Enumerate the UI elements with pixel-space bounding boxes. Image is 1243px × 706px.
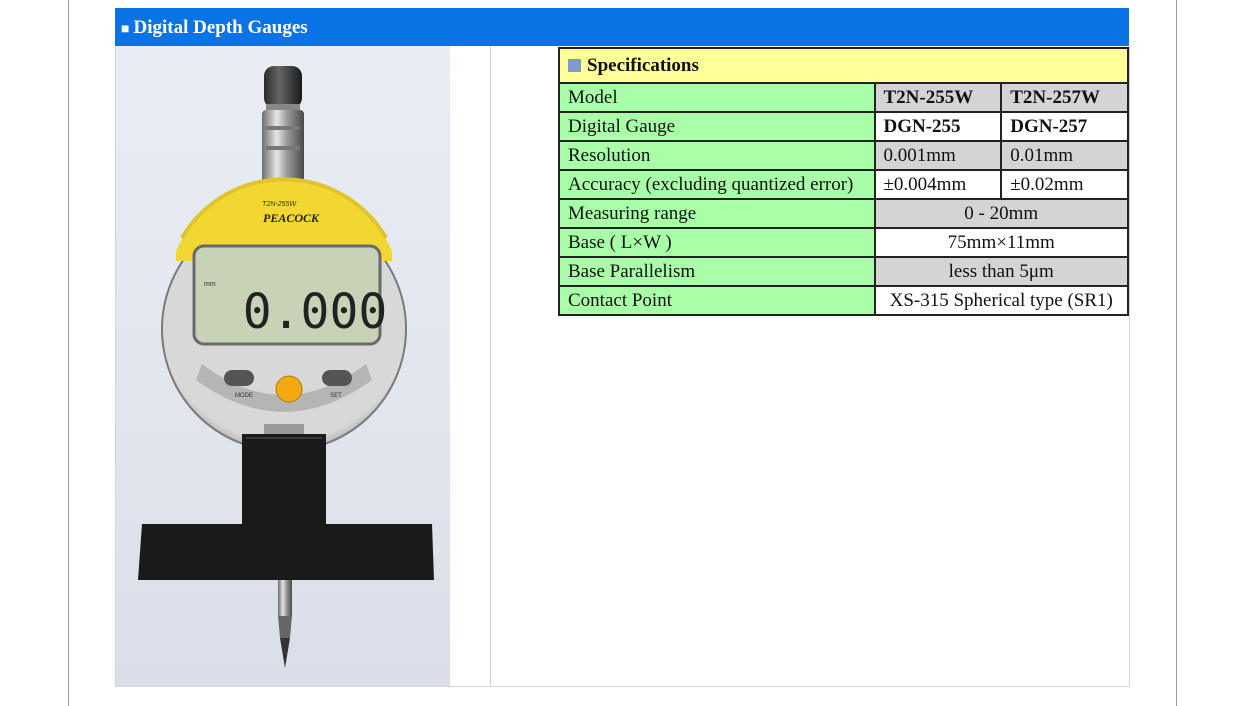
row-label: Resolution [558,140,876,171]
cell-value: XS-315 Spherical type (SR1) [873,285,1129,316]
table-row: Contact Point XS-315 Spherical type (SR1… [558,285,1129,316]
table-row: Accuracy (excluding quantized error) ±0.… [558,169,1129,200]
column-divider [490,46,491,687]
zero-button[interactable] [275,375,303,403]
table-title: Specifications [558,47,1129,84]
page-border-left [68,0,69,706]
lcd-unit: mm [204,281,216,288]
section-header: ■ Digital Depth Gauges [115,8,1129,46]
header-bullet-icon: ■ [121,22,130,37]
row-label: Base Parallelism [558,256,876,287]
cell-value: 0.001mm [873,140,1003,171]
table-row: Resolution 0.001mm 0.01mm [558,140,1129,171]
cell-value: DGN-255 [873,111,1003,142]
row-label: Measuring range [558,198,876,229]
specifications-table: Specifications Model T2N-255W T2N-257W D… [558,47,1129,316]
section-title: Digital Depth Gauges [133,17,308,38]
row-label: Base ( L×W ) [558,227,876,258]
cell-value: less than 5μm [873,256,1129,287]
cell-value: ±0.02mm [1000,169,1129,200]
cell-value: 75mm×11mm [873,227,1129,258]
page-border-right [1176,0,1177,706]
table-row: Digital Gauge DGN-255 DGN-257 [558,111,1129,142]
depth-gauge-illustration: T2N-255W PEACOCK mm 0.000 MODE SET [138,66,434,668]
lcd-reading: 0.000 [243,284,388,340]
model-print: T2N-255W [262,201,297,208]
brand-logo: PEACOCK [263,211,320,225]
table-title-text: Specifications [587,54,699,76]
cell-value: DGN-257 [1000,111,1129,142]
row-label: Contact Point [558,285,876,316]
table-row: Base Parallelism less than 5μm [558,256,1129,287]
table-row: Model T2N-255W T2N-257W [558,82,1129,113]
cell-value: 0 - 20mm [873,198,1129,229]
cell-value: T2N-255W [873,82,1003,113]
title-square-icon [568,58,581,72]
cell-value: T2N-257W [1000,82,1129,113]
table-row: Base ( L×W ) 75mm×11mm [558,227,1129,258]
row-label: Accuracy (excluding quantized error) [558,169,876,200]
mode-label: MODE [235,393,253,399]
product-photo: T2N-255W PEACOCK mm 0.000 MODE SET [116,46,450,686]
mode-button[interactable] [224,370,254,386]
cell-value: 0.01mm [1000,140,1129,171]
set-label: SET [330,393,342,399]
cell-value: ±0.004mm [873,169,1003,200]
row-label: Digital Gauge [558,111,876,142]
set-button[interactable] [322,370,352,386]
row-label: Model [558,82,876,113]
table-title-row: Specifications [558,47,1129,84]
table-row: Measuring range 0 - 20mm [558,198,1129,229]
